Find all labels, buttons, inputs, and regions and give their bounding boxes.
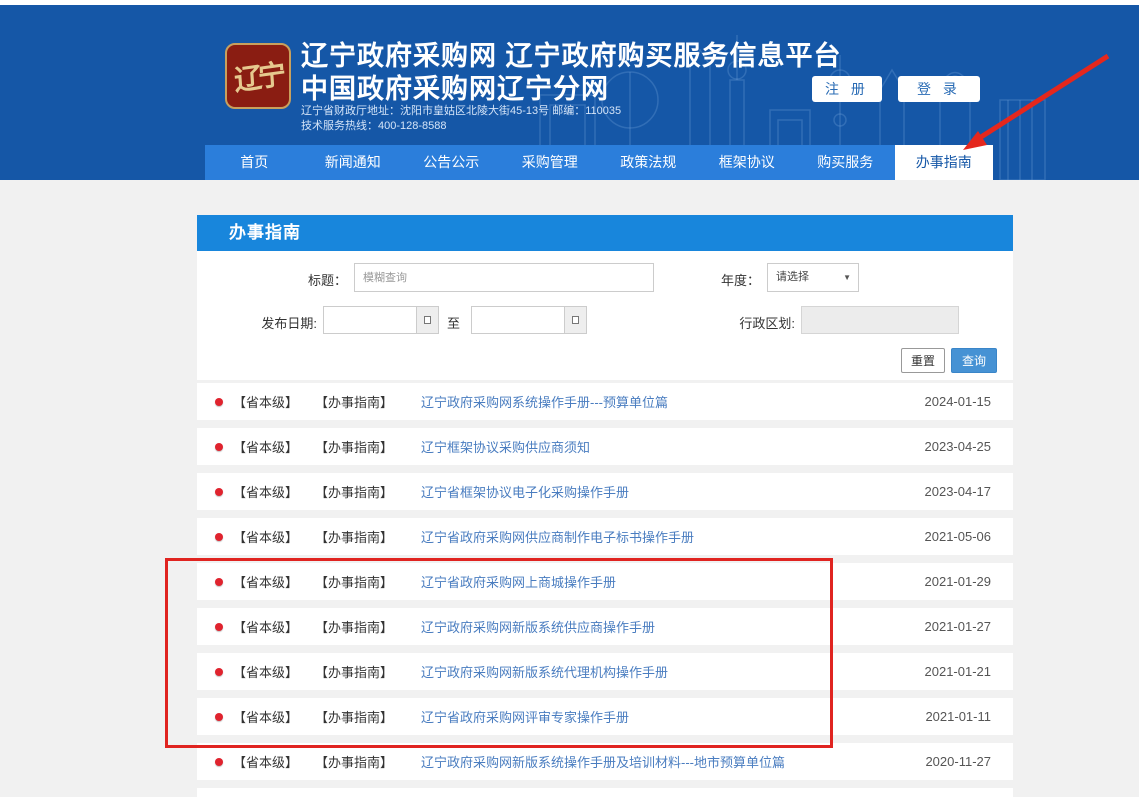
item-level: 【省本级】 xyxy=(233,662,315,681)
main-nav: 首页 新闻通知 公告公示 采购管理 政策法规 框架协议 购买服务 办事指南 xyxy=(205,145,993,180)
search-form: 标题： 年度： 请选择 ▼ 发布日期: 至 行政区划: 重置 查询 xyxy=(197,251,1013,380)
list-item: 【省本级】 【办事指南】 辽宁省政府采购网供应商制作电子标书操作手册 2021-… xyxy=(197,518,1013,555)
red-dot-icon xyxy=(215,578,223,586)
region-label: 行政区划: xyxy=(717,313,795,332)
item-level: 【省本级】 xyxy=(233,707,315,726)
reset-button[interactable]: 重置 xyxy=(901,348,945,373)
red-dot-icon xyxy=(215,713,223,721)
chevron-down-icon: ▼ xyxy=(843,264,851,291)
item-category: 【办事指南】 xyxy=(315,752,399,771)
date-to-label: 至 xyxy=(447,313,460,332)
nav-item-news[interactable]: 新闻通知 xyxy=(304,145,403,180)
item-date: 2021-01-11 xyxy=(925,709,991,724)
guide-list: 【省本级】 【办事指南】 辽宁政府采购网系统操作手册---预算单位篇 2024-… xyxy=(197,380,1013,797)
item-category: 【办事指南】 xyxy=(315,617,399,636)
nav-item-procurement[interactable]: 采购管理 xyxy=(501,145,600,180)
form-buttons: 重置 查询 xyxy=(901,348,997,373)
year-select[interactable]: 请选择 ▼ xyxy=(767,263,859,292)
site-subtitle: 中国政府采购网辽宁分网 xyxy=(301,67,609,106)
item-category: 【办事指南】 xyxy=(315,707,399,726)
list-item-partial xyxy=(197,788,1013,797)
login-button[interactable]: 登 录 xyxy=(898,76,980,102)
nav-item-policies[interactable]: 政策法规 xyxy=(599,145,698,180)
item-level: 【省本级】 xyxy=(233,437,315,456)
title-search-input[interactable] xyxy=(354,263,654,292)
item-date: 2021-01-27 xyxy=(925,619,992,634)
logo-calligraphy: 辽宁 xyxy=(233,53,283,100)
publish-date-label: 发布日期: xyxy=(237,313,317,332)
calendar-icon xyxy=(572,316,579,324)
item-level: 【省本级】 xyxy=(233,527,315,546)
item-date: 2021-05-06 xyxy=(925,529,992,544)
item-category: 【办事指南】 xyxy=(315,482,399,501)
page: 辽宁 辽宁政府采购网 辽宁政府购买服务信息平台 中国政府采购网辽宁分网 辽宁省财… xyxy=(0,0,1139,797)
title-label: 标题： xyxy=(267,270,347,289)
calendar-picker-button[interactable] xyxy=(416,307,438,333)
nav-item-home[interactable]: 首页 xyxy=(205,145,304,180)
item-date: 2023-04-17 xyxy=(925,484,992,499)
list-item: 【省本级】 【办事指南】 辽宁政府采购网新版系统供应商操作手册 2021-01-… xyxy=(197,608,1013,645)
list-item: 【省本级】 【办事指南】 辽宁框架协议采购供应商须知 2023-04-25 xyxy=(197,428,1013,465)
item-date: 2021-01-29 xyxy=(925,574,992,589)
item-date: 2024-01-15 xyxy=(925,394,992,409)
item-category: 【办事指南】 xyxy=(315,572,399,591)
list-item: 【省本级】 【办事指南】 辽宁省政府采购网上商城操作手册 2021-01-29 xyxy=(197,563,1013,600)
year-select-value: 请选择 xyxy=(776,271,809,283)
red-dot-icon xyxy=(215,488,223,496)
region-input-disabled[interactable] xyxy=(801,306,959,334)
nav-item-guide-active[interactable]: 办事指南 xyxy=(895,145,994,180)
item-title-link[interactable]: 辽宁省政府采购网供应商制作电子标书操作手册 xyxy=(421,527,925,546)
site-hotline: 技术服务热线：400-128-8588 xyxy=(301,117,447,133)
red-dot-icon xyxy=(215,443,223,451)
list-item: 【省本级】 【办事指南】 辽宁省政府采购网评审专家操作手册 2021-01-11 xyxy=(197,698,1013,735)
item-level: 【省本级】 xyxy=(233,617,315,636)
site-address: 辽宁省财政厅地址：沈阳市皇姑区北陵大街45-13号 邮编：110035 xyxy=(301,102,621,118)
calendar-picker-button[interactable] xyxy=(564,307,586,333)
item-title-link[interactable]: 辽宁省政府采购网上商城操作手册 xyxy=(421,572,925,591)
item-title-link[interactable]: 辽宁政府采购网新版系统供应商操作手册 xyxy=(421,617,925,636)
item-category: 【办事指南】 xyxy=(315,662,399,681)
item-category: 【办事指南】 xyxy=(315,437,399,456)
item-title-link[interactable]: 辽宁省框架协议电子化采购操作手册 xyxy=(421,482,925,501)
nav-item-announcements[interactable]: 公告公示 xyxy=(402,145,501,180)
item-level: 【省本级】 xyxy=(233,572,315,591)
list-item: 【省本级】 【办事指南】 辽宁政府采购网新版系统操作手册及培训材料---地市预算… xyxy=(197,743,1013,780)
year-label: 年度： xyxy=(672,270,760,289)
item-date: 2021-01-21 xyxy=(925,664,992,679)
item-category: 【办事指南】 xyxy=(315,527,399,546)
item-title-link[interactable]: 辽宁政府采购网新版系统操作手册及培训材料---地市预算单位篇 xyxy=(421,752,925,771)
list-item: 【省本级】 【办事指南】 辽宁省框架协议电子化采购操作手册 2023-04-17 xyxy=(197,473,1013,510)
list-item: 【省本级】 【办事指南】 辽宁政府采购网系统操作手册---预算单位篇 2024-… xyxy=(197,383,1013,420)
nav-item-services[interactable]: 购买服务 xyxy=(796,145,895,180)
site-logo[interactable]: 辽宁 xyxy=(225,43,291,109)
item-date: 2023-04-25 xyxy=(925,439,992,454)
section-header: 办事指南 xyxy=(197,215,1013,251)
red-dot-icon xyxy=(215,668,223,676)
item-date: 2020-11-27 xyxy=(925,754,991,769)
red-dot-icon xyxy=(215,758,223,766)
red-dot-icon xyxy=(215,398,223,406)
red-dot-icon xyxy=(215,533,223,541)
item-title-link[interactable]: 辽宁政府采购网系统操作手册---预算单位篇 xyxy=(421,392,925,411)
item-title-link[interactable]: 辽宁省政府采购网评审专家操作手册 xyxy=(421,707,925,726)
section-title: 办事指南 xyxy=(229,223,301,242)
query-button[interactable]: 查询 xyxy=(951,348,997,373)
register-button[interactable]: 注 册 xyxy=(812,76,882,102)
item-level: 【省本级】 xyxy=(233,752,315,771)
item-title-link[interactable]: 辽宁政府采购网新版系统代理机构操作手册 xyxy=(421,662,925,681)
item-category: 【办事指南】 xyxy=(315,392,399,411)
item-level: 【省本级】 xyxy=(233,392,315,411)
item-title-link[interactable]: 辽宁框架协议采购供应商须知 xyxy=(421,437,925,456)
item-level: 【省本级】 xyxy=(233,482,315,501)
content-panel: 办事指南 标题： 年度： 请选择 ▼ 发布日期: 至 行政区划: 重置 查 xyxy=(197,215,1013,797)
calendar-icon xyxy=(424,316,431,324)
red-dot-icon xyxy=(215,623,223,631)
date-from-input[interactable] xyxy=(323,306,439,334)
date-to-input[interactable] xyxy=(471,306,587,334)
list-item: 【省本级】 【办事指南】 辽宁政府采购网新版系统代理机构操作手册 2021-01… xyxy=(197,653,1013,690)
nav-item-framework[interactable]: 框架协议 xyxy=(698,145,797,180)
